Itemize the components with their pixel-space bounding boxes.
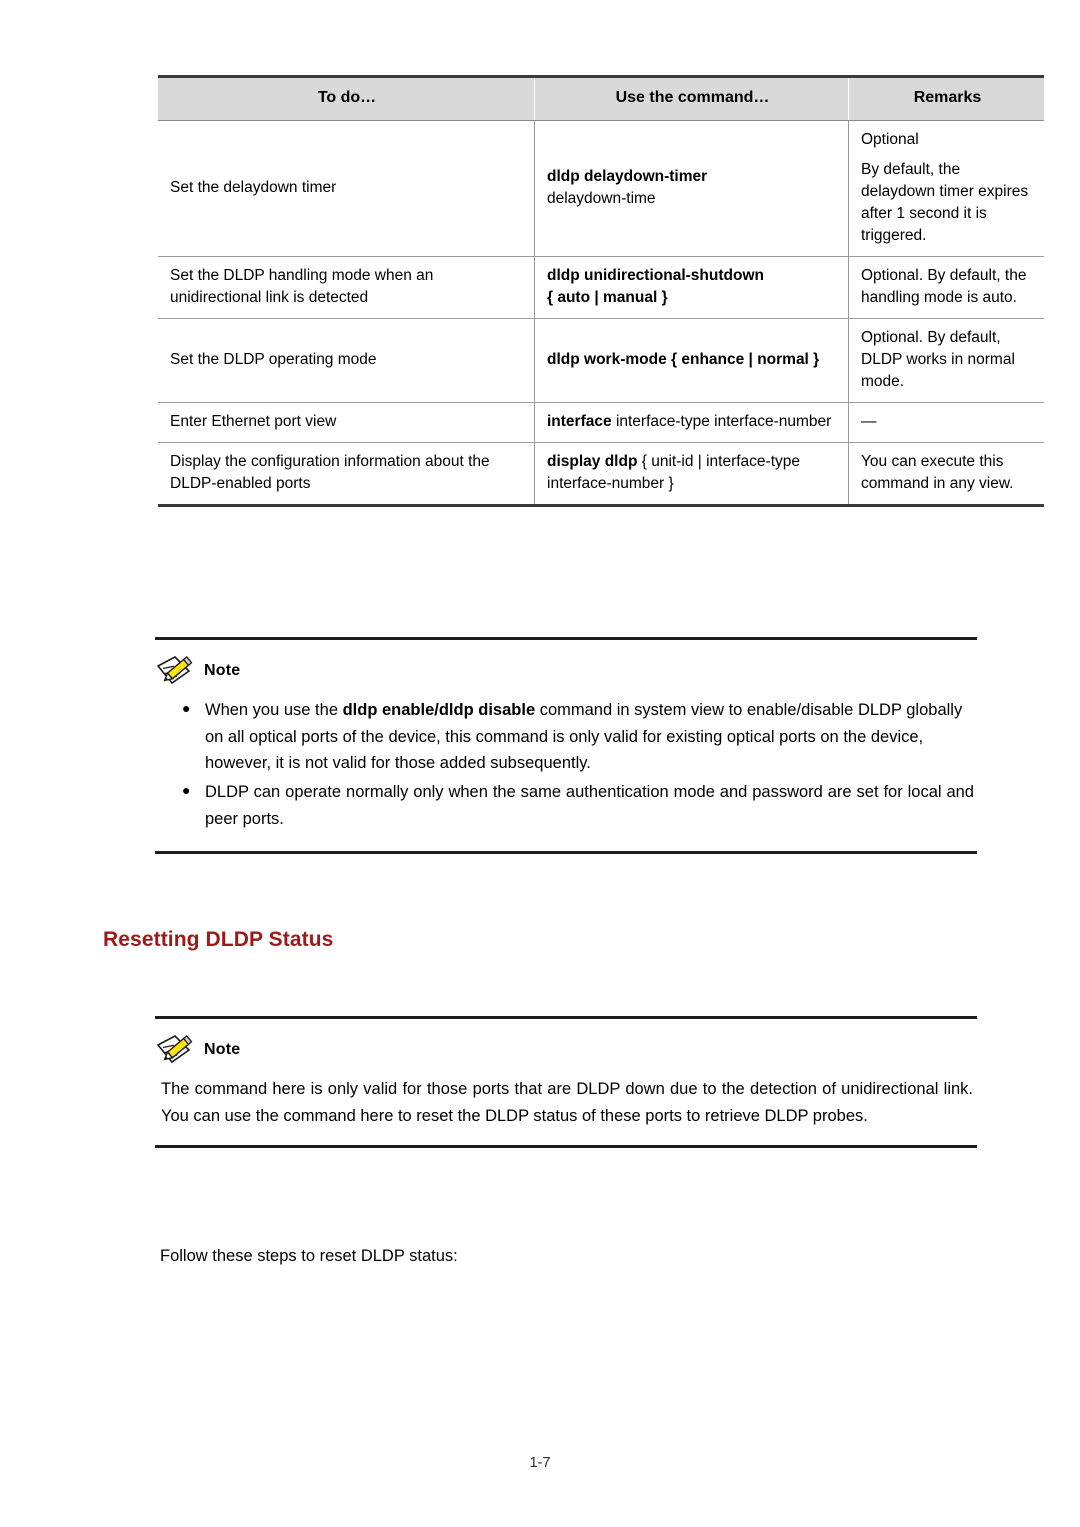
remark-line: Optional <box>861 130 919 148</box>
remark-line: By default, the delaydown timer expires … <box>861 160 1029 244</box>
cell-remarks: Optional By default, the delaydown timer … <box>848 120 1044 257</box>
cell-command: interface interface-type interface-numbe… <box>534 402 849 443</box>
note-box-top: Note ● When you use the dldp enable/dldp… <box>155 637 977 854</box>
cell-to-do: Display the configuration information ab… <box>158 442 535 507</box>
command-keyword: interface <box>547 412 612 430</box>
bullet-text-bold: dldp enable/dldp disable <box>342 701 536 719</box>
column-header-remarks: Remarks <box>848 75 1044 121</box>
cell-remarks: Optional. By default, DLDP works in norm… <box>848 318 1044 403</box>
table-header: To do… Use the command… Remarks <box>158 75 1044 121</box>
remark-spacer <box>861 151 1034 159</box>
list-item: ● DLDP can operate normally only when th… <box>182 779 974 832</box>
table-row: Set the DLDP operating mode dldp work-mo… <box>158 318 1044 403</box>
cell-remarks: — <box>848 402 1044 443</box>
note-pencil-icon <box>155 1033 197 1067</box>
note-content: ● When you use the dldp enable/dldp disa… <box>155 688 977 851</box>
remark-line: — <box>861 412 877 430</box>
page-title: Resetting DLDP Status <box>103 928 334 951</box>
cell-remarks: You can execute this command in any view… <box>848 442 1044 507</box>
bullet-marker: ● <box>182 700 191 716</box>
cell-command: dldp work-mode { enhance | normal } <box>534 318 849 403</box>
command-argument: { auto | manual } <box>547 288 668 306</box>
cell-command: dldp delaydown-timer delaydown-time <box>534 120 849 257</box>
command-argument: interface-type interface-number <box>615 412 832 430</box>
note-pencil-icon <box>155 654 197 688</box>
note-label: Note <box>204 662 241 679</box>
table-row: Set the DLDP handling mode when an unidi… <box>158 256 1044 319</box>
cell-remarks: Optional. By default, the handling mode … <box>848 256 1044 319</box>
command-keyword: dldp delaydown-timer <box>547 167 708 185</box>
cell-to-do: Set the DLDP handling mode when an unidi… <box>158 256 535 319</box>
bullet-marker: ● <box>182 782 191 799</box>
column-header-to-do: To do… <box>158 75 535 121</box>
note-paragraph: The command here is only valid for those… <box>161 1080 973 1125</box>
remark-line: Optional. By default, DLDP works in norm… <box>861 328 1015 390</box>
bullet-text-prefix: When you use the <box>205 701 343 719</box>
note-box-bottom: Note The command here is only valid for … <box>155 1016 977 1149</box>
command-argument: delaydown-time <box>547 189 656 207</box>
remark-line: Optional. By default, the handling mode … <box>861 266 1027 306</box>
table-header-row: To do… Use the command… Remarks <box>158 75 1044 121</box>
column-header-use-the-command: Use the command… <box>534 75 849 121</box>
cell-to-do: Enter Ethernet port view <box>158 402 535 443</box>
list-item: ● When you use the dldp enable/dldp disa… <box>182 697 974 777</box>
bullet-text-prefix: DLDP can operate normally only when the … <box>205 783 974 828</box>
cell-command: dldp unidirectional-shutdown { auto | man… <box>534 256 849 319</box>
cell-to-do: Set the delaydown timer <box>158 120 535 257</box>
command-keyword: dldp unidirectional-shutdown <box>547 266 764 284</box>
remark-line: You can execute this command in any view… <box>861 452 1014 492</box>
table-row: Set the delaydown timer dldp delaydown-t… <box>158 120 1044 257</box>
command-keyword: dldp work-mode <box>547 350 667 368</box>
table-row: Display the configuration information ab… <box>158 442 1044 507</box>
cell-to-do: Set the DLDP operating mode <box>158 318 535 403</box>
page-number: 1-7 <box>529 1455 551 1471</box>
command-keyword: display dldp <box>547 452 638 470</box>
document-page: To do… Use the command… Remarks Set the … <box>0 0 1080 1527</box>
note-bullet-list: ● When you use the dldp enable/dldp disa… <box>158 697 974 833</box>
note-label: Note <box>204 1041 241 1058</box>
note-heading: Note <box>155 1019 977 1067</box>
table-row: Enter Ethernet port view interface inter… <box>158 402 1044 443</box>
table-body: Set the delaydown timer dldp delaydown-t… <box>158 120 1044 507</box>
dldp-configuration-table: To do… Use the command… Remarks Set the … <box>158 75 1044 507</box>
note-heading: Note <box>155 640 977 688</box>
cell-command: display dldp { unit-id | interface-type … <box>534 442 849 507</box>
command-argument: { enhance | normal } <box>671 350 820 368</box>
intro-paragraph: Follow these steps to reset DLDP status: <box>160 1247 458 1265</box>
